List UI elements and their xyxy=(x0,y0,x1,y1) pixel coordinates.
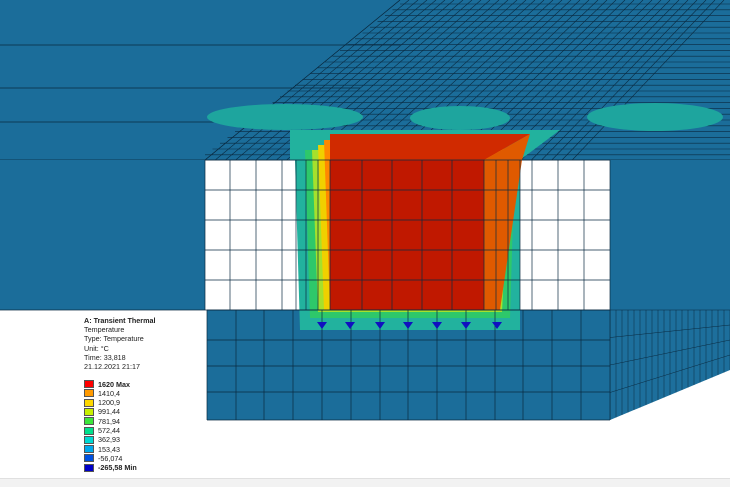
legend-level-label: 1620 Max xyxy=(98,379,130,389)
legend-level-label: 1410,4 xyxy=(98,388,120,398)
legend-swatch xyxy=(84,417,94,426)
legend-level-label: 153,43 xyxy=(98,444,120,454)
legend-line: Temperature xyxy=(84,325,125,335)
legend-level-label: 991,44 xyxy=(98,407,120,417)
legend-level-label: 572,44 xyxy=(98,426,120,435)
legend-level-label: 1200,9 xyxy=(98,398,120,408)
legend-line: Type: Temperature xyxy=(84,334,144,344)
temperature-legend: A: Transient Thermal Temperature Type: T… xyxy=(84,316,224,472)
legend-swatch xyxy=(84,426,94,435)
legend-swatch xyxy=(84,445,94,454)
legend-swatch xyxy=(84,435,94,444)
legend-title: A: Transient Thermal xyxy=(84,316,156,325)
legend-swatch xyxy=(84,407,94,416)
legend-line: Unit: °C xyxy=(84,343,109,353)
legend-level-label: 781,94 xyxy=(98,416,120,426)
legend-level-label: -56,074 xyxy=(98,453,123,463)
legend-swatch xyxy=(84,380,94,388)
legend-swatch xyxy=(84,454,94,463)
legend-swatch xyxy=(84,398,94,407)
legend-line: 21.12.2021 21:17 xyxy=(84,362,140,372)
legend-swatch xyxy=(84,389,94,398)
legend-swatch xyxy=(84,463,94,472)
legend-level-label: -265,58 Min xyxy=(98,463,137,473)
slab-front-right xyxy=(610,160,730,310)
legend-level-label: 362,93 xyxy=(98,435,120,445)
legend-line: Time: 33,818 xyxy=(84,352,126,362)
slab-front-left xyxy=(0,160,205,310)
